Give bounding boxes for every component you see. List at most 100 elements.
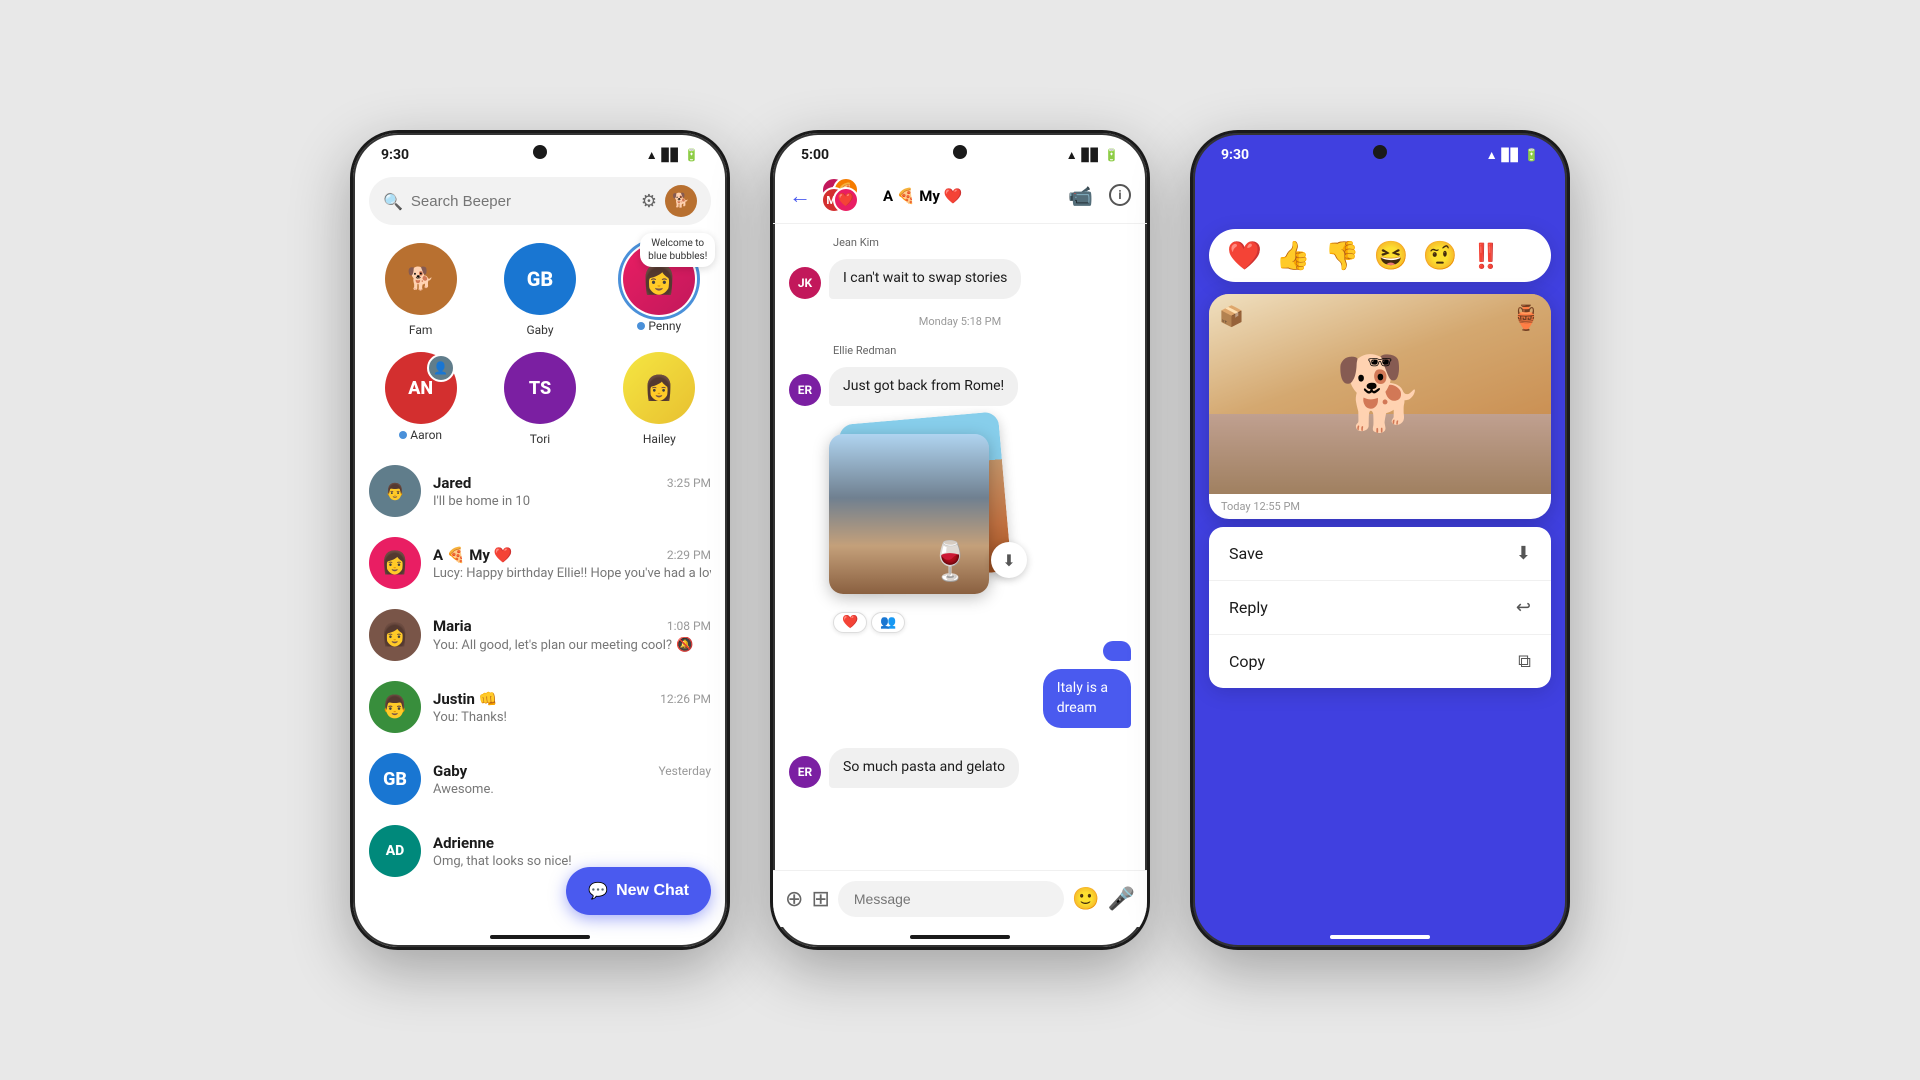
phone-2: 5:00 ▲ ▊▊ 🔋 ← A 🍕 My ❤️ A 🍕 My ❤️ 📹 i Je… [770,130,1150,950]
phone-notch-2 [953,145,967,159]
story-item-hailey[interactable]: 👩 Hailey [623,352,695,447]
messages-area: Jean Kim JK I can't wait to swap stories… [773,224,1147,874]
chat-preview-group1: Lucy: Happy birthday Ellie!! Hope you've… [433,566,711,581]
new-chat-icon: 💬 [588,881,608,901]
chat-avatar-wrap-maria: 👩 [369,609,421,661]
aaron-photo-overlay: 👤 [427,354,455,382]
reaction-emoji-bar: ❤️ 👍 👎 😆 🤨 ‼️ [1209,229,1551,282]
chat-header: ← A 🍕 My ❤️ A 🍕 My ❤️ 📹 i [773,169,1147,224]
phone-1: 9:30 ▲ ▊▊ 🔋 🔍 ⚙ 🐕 🐕 Fam GB [350,130,730,950]
signal-icon: ▊▊ [662,148,680,162]
chat-avatar-jared: 👨 [369,465,421,517]
search-input[interactable] [411,193,633,210]
chat-list: 👨 Jared 3:25 PM I'll be home in 10 👩 [353,455,727,887]
bubble-outgoing-2: Italy is a dream [1043,669,1131,728]
story-item-gaby[interactable]: GB Gaby [504,243,576,338]
chat-name-gaby2: Gaby [433,762,467,780]
battery-icon-3: 🔋 [1524,148,1539,162]
settings-icon[interactable]: ⚙ [641,191,657,212]
search-bar[interactable]: 🔍 ⚙ 🐕 [369,177,711,225]
context-copy-label: Copy [1229,652,1265,671]
stories-row-1: 🐕 Fam GB Gaby Welcome toblue bubbles! 👩 … [353,233,727,348]
context-menu-copy[interactable]: Copy ⧉ [1209,635,1551,688]
battery-icon: 🔋 [684,148,699,162]
new-chat-label: New Chat [616,882,689,900]
sticker-icon[interactable]: ⊞ [811,887,829,912]
context-menu: Save ⬇ Reply ↩ Copy ⧉ [1209,527,1551,688]
chat-name-row-adrienne: Adrienne [433,834,711,852]
chat-item-justin[interactable]: 👨 Justin 👊 12:26 PM You: Thanks! [353,671,727,743]
chat-info-jared: Jared 3:25 PM I'll be home in 10 [433,474,711,509]
chat-item-maria[interactable]: 👩 Maria 1:08 PM You: All good, let's pla… [353,599,727,671]
story-label-gaby: Gaby [526,323,553,337]
home-indicator-3 [1330,935,1430,939]
context-reply-icon: ↩ [1516,597,1531,618]
stories-row-2: AN 👤 Aaron TS Tori 👩 Hailey [353,348,727,455]
msg-row-outgoing-1 [789,641,1131,661]
emoji-icon[interactable]: 🙂 [1072,887,1099,912]
video-call-icon[interactable]: 📹 [1068,184,1093,208]
reaction-users[interactable]: 👥 [871,612,905,633]
profile-avatar[interactable]: 🐕 [665,185,697,217]
chat-avatar-wrap-adrienne: AD [369,825,421,877]
new-chat-button[interactable]: 💬 New Chat [566,867,711,915]
phone1-content: 🔍 ⚙ 🐕 🐕 Fam GB Gaby Welcome toblue bubbl… [353,169,727,939]
outgoing-with-receipt: Italy is a dream [1008,669,1131,730]
msg-row-images: ER [789,418,1131,633]
status-time-2: 5:00 [801,147,829,163]
message-input[interactable] [838,881,1064,917]
context-copy-icon: ⧉ [1518,651,1531,672]
wifi-icon-3: ▲ [1486,148,1498,162]
download-button[interactable]: ⬇ [991,542,1027,578]
react-skeptical[interactable]: 🤨 [1423,239,1458,272]
msg-row-pasta: ER So much pasta and gelato [789,748,1131,788]
photo-front: 🍷 [829,434,989,594]
context-menu-save[interactable]: Save ⬇ [1209,527,1551,581]
dog-photo: 🐕 🕶 🏺 📦 [1209,294,1551,494]
chat-item-group1[interactable]: 👩 A 🍕 My ❤️ 2:29 PM Lucy: Happy birthday… [353,527,727,599]
chat-info-gaby2: Gaby Yesterday Awesome. [433,762,711,797]
story-label-fam: Fam [409,323,432,337]
react-thumbsup[interactable]: 👍 [1276,239,1311,272]
context-menu-reply[interactable]: Reply ↩ [1209,581,1551,635]
story-label-aaron: Aaron [410,428,442,442]
react-laugh[interactable]: 😆 [1374,239,1409,272]
react-heart[interactable]: ❤️ [1227,239,1262,272]
reaction-heart[interactable]: ❤️ [833,612,867,633]
chat-header-icons: 📹 i [1068,184,1131,208]
battery-icon-2: 🔋 [1104,148,1119,162]
phone-notch-3 [1373,145,1387,159]
story-tooltip-penny: Welcome toblue bubbles! [640,233,715,267]
bubble-pasta: So much pasta and gelato [829,748,1019,788]
react-thumbsdown[interactable]: 👎 [1325,239,1360,272]
chat-avatar-gaby2: GB [369,753,421,805]
reaction-bar: ❤️ 👥 [833,612,1019,633]
msg-row-outgoing-2: Italy is a dream [789,669,1131,730]
status-icons-2: ▲ ▊▊ 🔋 [1066,148,1119,162]
wine-glass-emoji: 🍷 [927,540,974,584]
image-stack-container: 🍷 ⬇ ❤️ 👥 [829,418,1019,633]
chat-preview-jared: I'll be home in 10 [433,494,711,509]
chat-item-jared[interactable]: 👨 Jared 3:25 PM I'll be home in 10 [353,455,727,527]
chat-preview-justin: You: Thanks! [433,710,711,725]
chat-name-row-jared: Jared 3:25 PM [433,474,711,492]
info-icon[interactable]: i [1109,184,1131,206]
story-item-penny[interactable]: Welcome toblue bubbles! 👩 Penny [623,243,695,338]
story-item-fam[interactable]: 🐕 Fam [385,243,457,338]
group-avatars: A 🍕 My ❤️ [821,177,873,215]
msg-avatar-ellie: ER [789,374,821,406]
react-exclaim[interactable]: ‼️ [1471,242,1501,270]
msg-avatar-jeank: JK [789,267,821,299]
image-stack: 🍷 ⬇ [829,418,1019,608]
mic-icon[interactable]: 🎤 [1108,887,1135,912]
story-item-aaron[interactable]: AN 👤 Aaron [385,352,457,447]
context-save-label: Save [1229,544,1263,563]
home-indicator-2 [910,935,1010,939]
add-icon[interactable]: ⊕ [785,887,803,912]
bubble-1: I can't wait to swap stories [829,259,1021,299]
story-item-tori[interactable]: TS Tori [504,352,576,447]
back-button[interactable]: ← [789,183,811,209]
chat-item-gaby2[interactable]: GB Gaby Yesterday Awesome. [353,743,727,815]
signal-icon-3: ▊▊ [1502,148,1520,162]
group-avatar-heart: ❤️ [833,187,859,213]
